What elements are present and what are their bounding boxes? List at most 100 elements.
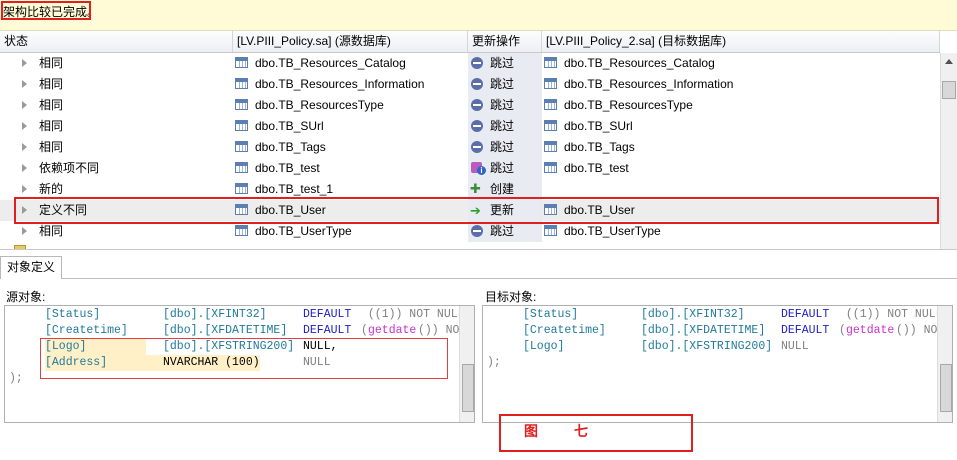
- scroll-up-arrow-icon[interactable]: [945, 59, 953, 64]
- row-status: 相同: [39, 140, 64, 154]
- row-status: 相同: [39, 119, 64, 133]
- row-source-object: dbo.TB_SUrl: [255, 119, 324, 133]
- code-paren: (: [361, 324, 368, 337]
- skip-icon: [471, 57, 483, 69]
- table-icon: [544, 99, 557, 110]
- table-row[interactable]: 相同 dbo.TB_ResourcesType 跳过 dbo.TB_Resources…: [0, 95, 940, 116]
- row-source-object: dbo.TB_Tags: [255, 140, 326, 154]
- table-icon: [544, 57, 557, 68]
- highlight-box: [1, 1, 91, 20]
- expand-arrow-icon[interactable]: [22, 143, 27, 151]
- row-source-object: dbo.TB_Resources_Catalog: [255, 56, 406, 70]
- row-status: 依赖项不同: [39, 161, 100, 175]
- row-action[interactable]: 跳过: [490, 74, 514, 95]
- row-action[interactable]: 跳过: [490, 137, 514, 158]
- row-target-object: dbo.TB_Tags: [564, 140, 635, 154]
- expand-arrow-icon[interactable]: [22, 185, 27, 193]
- skip-icon: [471, 120, 483, 132]
- table-row[interactable]: [0, 242, 940, 249]
- highlight-box: [14, 197, 939, 224]
- table-row[interactable]: 相同 dbo.TB_Resources_Catalog 跳过 dbo.TB_Resou…: [0, 53, 940, 74]
- table-icon: [235, 141, 248, 152]
- row-status: 相同: [39, 56, 64, 70]
- target-definition-pane[interactable]: [Status] [dbo].[XFINT32] DEFAULT ((1)) NOT…: [482, 305, 953, 423]
- source-pane-title: 源对象:: [6, 290, 46, 304]
- expand-arrow-icon[interactable]: [22, 122, 27, 130]
- code-column-type: [dbo].[XFSTRING200]: [641, 340, 773, 353]
- table-row[interactable]: 相同 dbo.TB_Resources_Information 跳过 dbo.TB_R…: [0, 74, 940, 95]
- skip-icon: [471, 78, 483, 90]
- status-banner: 架构比较已完成。: [0, 0, 957, 31]
- highlight-box: [40, 338, 448, 379]
- code-constraint: NULL: [781, 340, 809, 353]
- table-row[interactable]: 依赖项不同 dbo.TB_test 跳过 dbo.TB_test: [0, 158, 940, 179]
- scroll-thumb[interactable]: [462, 364, 474, 412]
- row-target-object: dbo.TB_UserType: [564, 224, 661, 238]
- grid-header: 状态 [LV.PIII_Policy.sa] (源数据库) 更新操作 [LV.P…: [0, 31, 940, 53]
- source-vertical-scrollbar[interactable]: [459, 306, 474, 422]
- row-action[interactable]: 跳过: [490, 53, 514, 74]
- row-action[interactable]: 跳过: [490, 95, 514, 116]
- column-header-source[interactable]: [LV.PIII_Policy.sa] (源数据库): [233, 31, 468, 52]
- column-header-target[interactable]: [LV.PIII_Policy_2.sa] (目标数据库): [542, 31, 940, 52]
- row-status: 相同: [39, 224, 64, 238]
- expand-arrow-icon[interactable]: [22, 80, 27, 88]
- column-header-status[interactable]: 状态: [0, 31, 233, 52]
- code-function: getdate: [368, 324, 417, 337]
- table-icon: [544, 225, 557, 236]
- skip-icon: [471, 141, 483, 153]
- row-target-object: dbo.TB_test: [564, 161, 629, 175]
- table-icon: [544, 141, 557, 152]
- code-column-name: [Createtime]: [523, 324, 606, 337]
- code-constraint: ()) NO: [896, 324, 938, 337]
- table-icon: [235, 99, 248, 110]
- target-pane-title: 目标对象:: [485, 290, 537, 304]
- code-keyword: DEFAULT: [781, 308, 830, 321]
- row-target-object: dbo.TB_Resources_Catalog: [564, 56, 715, 70]
- row-source-object: dbo.TB_ResourcesType: [255, 98, 384, 112]
- annotation-label: 图七: [524, 423, 624, 439]
- code-close-paren: );: [9, 372, 23, 385]
- code-column-name: [Status]: [45, 308, 101, 321]
- code-column-type: [dbo].[XFINT32]: [641, 308, 745, 321]
- folder-icon: [14, 245, 26, 249]
- row-source-object: dbo.TB_UserType: [255, 224, 352, 238]
- table-icon: [235, 57, 248, 68]
- code-column-type: [dbo].[XFINT32]: [163, 308, 267, 321]
- code-function: getdate: [846, 324, 895, 337]
- code-column-type: [dbo].[XFDATETIME]: [641, 324, 766, 337]
- scroll-thumb[interactable]: [942, 81, 956, 99]
- row-action[interactable]: 跳过: [490, 158, 514, 179]
- expand-arrow-icon[interactable]: [22, 164, 27, 172]
- table-icon: [544, 162, 557, 173]
- tab-object-definition[interactable]: 对象定义: [0, 256, 62, 279]
- row-status: 相同: [39, 77, 64, 91]
- row-action[interactable]: 跳过: [490, 221, 514, 242]
- grid-vertical-scrollbar[interactable]: [940, 53, 957, 249]
- code-column-name: [Logo]: [523, 340, 565, 353]
- table-icon: [235, 162, 248, 173]
- row-source-object: dbo.TB_test: [255, 161, 320, 175]
- dependency-skip-icon: [471, 162, 486, 175]
- create-icon: ✚: [470, 181, 481, 196]
- row-source-object: dbo.TB_Resources_Information: [255, 77, 425, 91]
- table-row[interactable]: 相同 dbo.TB_UserType 跳过 dbo.TB_UserType: [0, 221, 940, 242]
- code-keyword: DEFAULT: [303, 324, 352, 337]
- code-constraint: ((1)) NOT NULL: [839, 308, 943, 321]
- tab-strip: 对象定义: [0, 256, 957, 279]
- table-row[interactable]: 相同 dbo.TB_SUrl 跳过 dbo.TB_SUrl: [0, 116, 940, 137]
- expand-arrow-icon[interactable]: [22, 101, 27, 109]
- column-header-action[interactable]: 更新操作: [468, 31, 542, 52]
- target-vertical-scrollbar[interactable]: [937, 306, 952, 422]
- code-keyword: DEFAULT: [303, 308, 352, 321]
- table-row[interactable]: 相同 dbo.TB_Tags 跳过 dbo.TB_Tags: [0, 137, 940, 158]
- row-action[interactable]: 跳过: [490, 116, 514, 137]
- code-constraint: ((1)) NOT NULL,: [361, 308, 472, 321]
- expand-arrow-icon[interactable]: [22, 59, 27, 67]
- code-column-type: [dbo].[XFDATETIME]: [163, 324, 288, 337]
- scroll-thumb[interactable]: [940, 364, 952, 412]
- expand-arrow-icon[interactable]: [22, 227, 27, 235]
- skip-icon: [471, 225, 483, 237]
- row-status: 相同: [39, 98, 64, 112]
- code-column-name: [Status]: [523, 308, 579, 321]
